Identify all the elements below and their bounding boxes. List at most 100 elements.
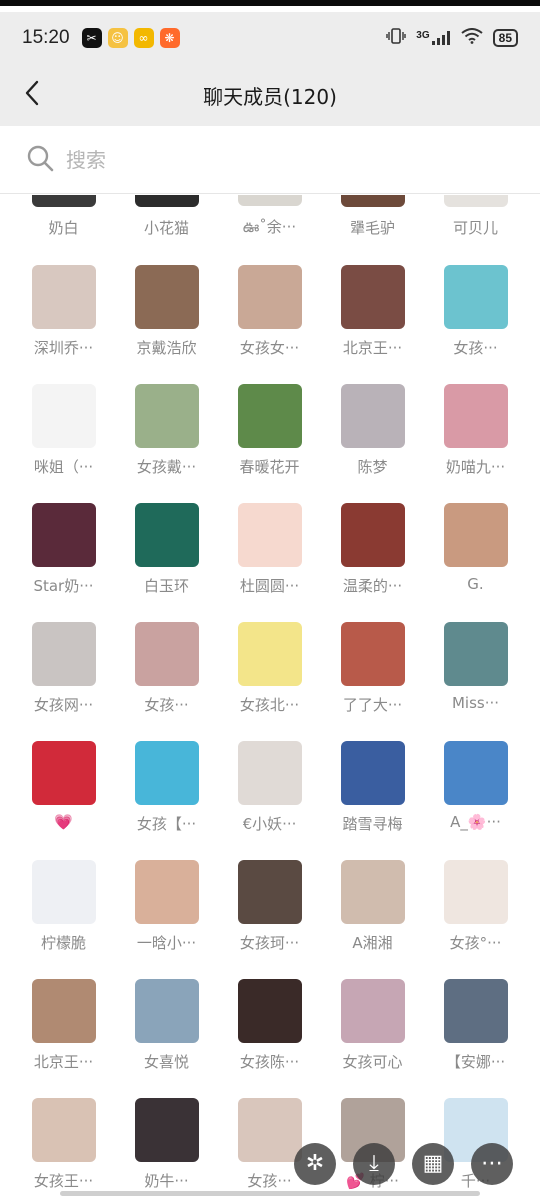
status-indicators: 3G 85 [386, 27, 518, 50]
member-name: 女孩网··· [33, 696, 94, 714]
member-item[interactable]: 陈梦 [321, 358, 424, 477]
member-item[interactable]: 柠檬脆 [12, 834, 115, 953]
member-item[interactable]: 女孩王··· [12, 1072, 115, 1191]
member-item[interactable]: 北京王··· [12, 953, 115, 1072]
page-title: 聊天成员(120) [203, 84, 337, 109]
member-name: G. [467, 575, 484, 593]
avatar [134, 860, 199, 924]
member-item[interactable]: 咪姐（··· [12, 358, 115, 477]
member-item[interactable]: 一晗小··· [115, 834, 218, 953]
member-item[interactable]: 女孩戴··· [115, 358, 218, 477]
glasses-icon: ∞ [133, 28, 154, 48]
member-item[interactable]: A_🌸··· [424, 715, 527, 834]
avatar [134, 503, 199, 567]
grid-icon: ▦ [422, 1151, 444, 1176]
save-icon: ⤓ [369, 1151, 379, 1176]
member-item[interactable]: 女孩可心 [321, 953, 424, 1072]
member-name: 女孩王··· [33, 1172, 94, 1190]
member-item[interactable]: 奶喵九··· [424, 358, 527, 477]
member-name: 北京王··· [33, 1053, 94, 1071]
save-button[interactable]: ⤓ [353, 1143, 395, 1185]
member-item[interactable]: 小花猫 [115, 195, 218, 239]
member-name: 女孩··· [247, 1172, 292, 1190]
member-item[interactable]: G. [424, 477, 527, 596]
more-button[interactable]: ⋯ [471, 1143, 513, 1185]
member-name: 京戴浩欣 [136, 339, 197, 357]
member-name: 女孩珂··· [239, 934, 300, 952]
sparkle-button[interactable]: ✲ [294, 1143, 336, 1185]
back-button[interactable] [14, 77, 50, 113]
member-item[interactable]: 犟毛驴 [321, 195, 424, 239]
member-item[interactable]: 北京王··· [321, 239, 424, 358]
member-item[interactable]: 女孩°··· [424, 834, 527, 953]
member-name: 【安娜··· [445, 1053, 506, 1071]
member-item[interactable]: 杜圆圆··· [218, 477, 321, 596]
member-item[interactable]: 白玉环 [115, 477, 218, 596]
avatar [237, 195, 302, 207]
capcut-icon: ✂ [81, 28, 102, 48]
avatar [443, 860, 508, 924]
member-name: 女孩°··· [449, 934, 502, 952]
grid-button[interactable]: ▦ [412, 1143, 454, 1185]
member-name: 一晗小··· [136, 934, 197, 952]
member-grid-content: 奶白 小花猫 ఊ˚余··· 犟毛驴 可贝儿深圳乔··· 京戴浩欣 女孩女··· 北京王··· 女… [0, 195, 540, 1191]
avatar [237, 265, 302, 329]
member-item[interactable]: 女喜悦 [115, 953, 218, 1072]
member-row: 咪姐（··· 女孩戴··· 春暖花开 陈梦 奶喵九··· [0, 358, 540, 477]
member-item[interactable]: 女孩女··· [218, 239, 321, 358]
member-item[interactable]: 女孩珂··· [218, 834, 321, 953]
member-name: 北京王··· [342, 339, 403, 357]
member-grid[interactable]: 奶白 小花猫 ఊ˚余··· 犟毛驴 可贝儿深圳乔··· 京戴浩欣 女孩女··· 北京王··· 女… [0, 195, 540, 1200]
member-item[interactable]: 【安娜··· [424, 953, 527, 1072]
member-name: 女孩··· [144, 696, 189, 714]
member-name: Star奶··· [33, 577, 94, 595]
member-item[interactable]: 春暖花开 [218, 358, 321, 477]
more-icon: ⋯ [481, 1151, 503, 1176]
member-item[interactable]: 女孩【··· [115, 715, 218, 834]
member-item[interactable]: 女孩陈··· [218, 953, 321, 1072]
avatar [31, 265, 96, 329]
member-item[interactable]: 奶牛··· [115, 1072, 218, 1191]
search-bar[interactable] [0, 126, 540, 194]
status-time: 15:20 [22, 27, 70, 48]
avatar [134, 265, 199, 329]
member-name: 小花猫 [143, 219, 189, 237]
avatar [340, 860, 405, 924]
member-name: €小妖··· [242, 815, 297, 833]
member-name: 踏雪寻梅 [342, 815, 403, 833]
member-name: 女喜悦 [143, 1053, 189, 1071]
avatar [237, 979, 302, 1043]
member-item[interactable]: €小妖··· [218, 715, 321, 834]
avatar [340, 503, 405, 567]
member-item[interactable]: 女孩北··· [218, 596, 321, 715]
member-item[interactable]: 奶白 [12, 195, 115, 239]
member-item[interactable]: Star奶··· [12, 477, 115, 596]
avatar [134, 1098, 199, 1162]
member-item[interactable]: ఊ˚余··· [218, 195, 321, 239]
avatar [237, 622, 302, 686]
member-name: 春暖花开 [239, 458, 300, 476]
member-item[interactable]: 温柔的··· [321, 477, 424, 596]
member-item[interactable]: 女孩网··· [12, 596, 115, 715]
avatar [237, 503, 302, 567]
member-item[interactable]: 可贝儿 [424, 195, 527, 239]
member-name: 女孩陈··· [239, 1053, 300, 1071]
member-row: Star奶··· 白玉环 杜圆圆··· 温柔的··· G. [0, 477, 540, 596]
member-name: 奶牛··· [144, 1172, 189, 1190]
member-item[interactable]: 💗 [12, 715, 115, 834]
member-item[interactable]: 女孩··· [424, 239, 527, 358]
member-item[interactable]: 女孩··· [115, 596, 218, 715]
member-name: 了了大··· [342, 696, 403, 714]
member-row: 深圳乔··· 京戴浩欣 女孩女··· 北京王··· 女孩··· [0, 239, 540, 358]
avatar [134, 195, 199, 207]
avatar [340, 195, 405, 207]
member-name: 奶喵九··· [445, 458, 506, 476]
search-input[interactable] [66, 147, 486, 172]
member-name: 柠檬脆 [40, 934, 86, 952]
member-item[interactable]: 深圳乔··· [12, 239, 115, 358]
member-item[interactable]: A湘湘 [321, 834, 424, 953]
member-item[interactable]: 踏雪寻梅 [321, 715, 424, 834]
member-item[interactable]: 了了大··· [321, 596, 424, 715]
member-item[interactable]: 京戴浩欣 [115, 239, 218, 358]
member-item[interactable]: Miss··· [424, 596, 527, 715]
